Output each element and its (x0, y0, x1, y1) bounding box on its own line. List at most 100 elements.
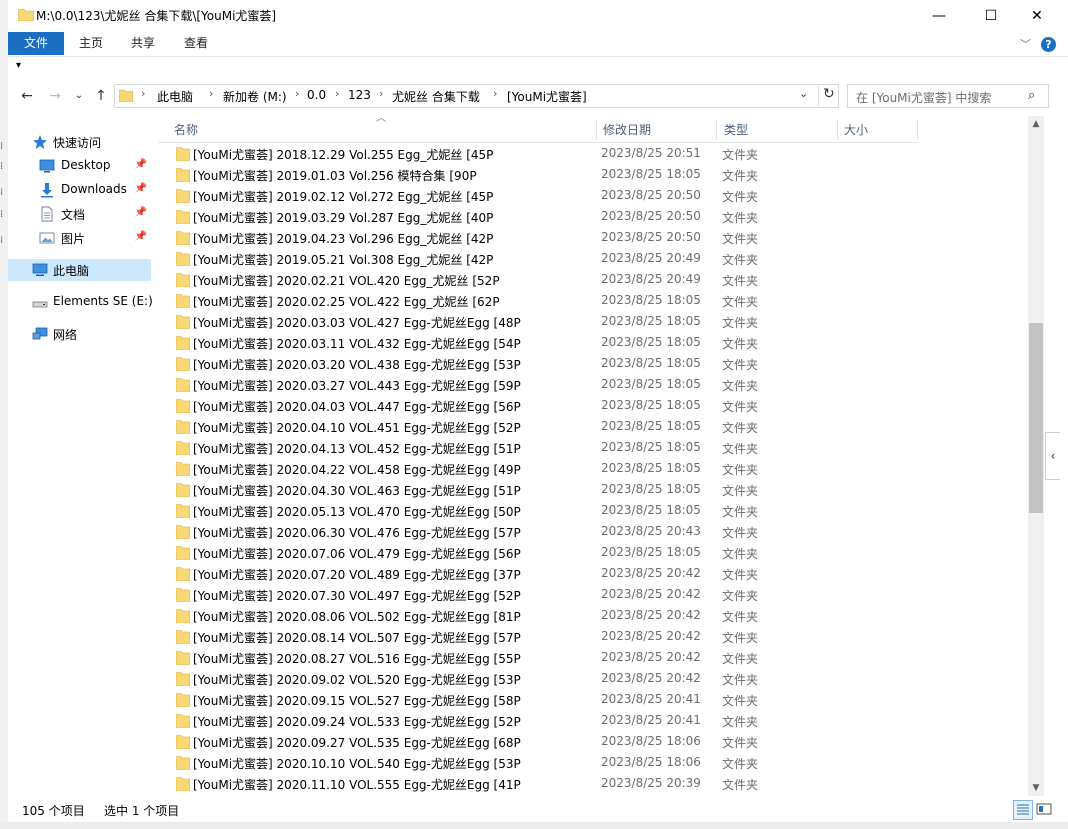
table-row[interactable]: [YouMi尤蜜荟] 2020.04.30 VOL.463 Egg-尤妮丝Egg… (168, 479, 918, 500)
breadcrumb-current-folder[interactable]: [YouMi尤蜜荟] (507, 88, 587, 105)
nav-item-desktop[interactable]: Desktop 📌 (8, 155, 151, 177)
details-view-icon[interactable] (1013, 800, 1033, 820)
column-header-name[interactable]: 名称 (168, 120, 597, 140)
table-row[interactable]: [YouMi尤蜜荟] 2019.04.23 Vol.296 Egg_尤妮丝 [4… (168, 227, 918, 248)
large-icons-view-icon[interactable] (1035, 800, 1053, 818)
nav-item-pictures[interactable]: 图片 📌 (8, 227, 151, 249)
background-glyph: ⁞ (0, 209, 4, 220)
tab-share[interactable]: 共享 (123, 32, 163, 55)
folder-icon (176, 525, 190, 539)
customize-toolbar-dropdown-icon[interactable]: ▾ (16, 60, 21, 71)
nav-item-network[interactable]: 网络 (8, 323, 151, 345)
table-row[interactable]: [YouMi尤蜜荟] 2020.03.11 VOL.432 Egg-尤妮丝Egg… (168, 332, 918, 353)
file-type: 文件夹 (722, 379, 759, 393)
nav-item-elements-se[interactable]: Elements SE (E:) (8, 291, 153, 313)
table-row[interactable]: [YouMi尤蜜荟] 2020.08.06 VOL.502 Egg-尤妮丝Egg… (168, 605, 918, 626)
column-header-size[interactable]: 大小 (838, 120, 918, 140)
pin-icon[interactable]: 📌 (135, 207, 147, 218)
pin-icon[interactable]: 📌 (135, 159, 147, 170)
breadcrumb-collection[interactable]: 尤妮丝 合集下载 (392, 88, 480, 105)
pin-icon[interactable]: 📌 (135, 183, 147, 194)
file-name: [YouMi尤蜜荟] 2020.03.27 VOL.443 Egg-尤妮丝Egg… (193, 379, 521, 393)
breadcrumb-chevron-icon[interactable]: › (295, 87, 299, 100)
table-row[interactable]: [YouMi尤蜜荟] 2020.05.13 VOL.470 Egg-尤妮丝Egg… (168, 500, 918, 521)
table-row[interactable]: [YouMi尤蜜荟] 2019.05.21 Vol.308 Egg_尤妮丝 [4… (168, 248, 918, 269)
table-row[interactable]: [YouMi尤蜜荟] 2020.10.10 VOL.540 Egg-尤妮丝Egg… (168, 752, 918, 773)
nav-item-this-pc[interactable]: 此电脑 (8, 259, 151, 281)
address-history-chevron-icon[interactable]: ⌄ (799, 87, 808, 100)
close-button[interactable]: ✕ (1014, 0, 1060, 32)
computer-icon (32, 263, 48, 276)
folder-icon (176, 672, 190, 686)
nav-item-documents[interactable]: 文档 📌 (8, 203, 151, 225)
refresh-icon[interactable]: ↻ (818, 86, 835, 106)
tab-view[interactable]: 查看 (176, 32, 216, 55)
breadcrumb-0-0[interactable]: 0.0 (307, 88, 326, 102)
minimize-button[interactable]: — (916, 0, 962, 32)
breadcrumb-123[interactable]: 123 (348, 88, 371, 102)
table-row[interactable]: [YouMi尤蜜荟] 2020.09.27 VOL.535 Egg-尤妮丝Egg… (168, 731, 918, 752)
breadcrumb-chevron-icon[interactable]: › (335, 87, 339, 100)
table-row[interactable]: [YouMi尤蜜荟] 2020.04.13 VOL.452 Egg-尤妮丝Egg… (168, 437, 918, 458)
table-row[interactable]: [YouMi尤蜜荟] 2019.02.12 Vol.272 Egg_尤妮丝 [4… (168, 185, 918, 206)
column-header-type[interactable]: 类型 (718, 120, 838, 140)
search-icon[interactable]: ⌕ (1028, 88, 1035, 103)
file-name: [YouMi尤蜜荟] 2020.06.30 VOL.476 Egg-尤妮丝Egg… (193, 526, 521, 540)
table-row[interactable]: [YouMi尤蜜荟] 2020.09.02 VOL.520 Egg-尤妮丝Egg… (168, 668, 918, 689)
breadcrumb-chevron-icon[interactable]: › (493, 87, 497, 100)
table-row[interactable]: [YouMi尤蜜荟] 2020.11.10 VOL.555 Egg-尤妮丝Egg… (168, 773, 918, 794)
maximize-button[interactable]: ☐ (968, 0, 1014, 32)
table-row[interactable]: [YouMi尤蜜荟] 2020.04.22 VOL.458 Egg-尤妮丝Egg… (168, 458, 918, 479)
scrollbar-thumb[interactable] (1029, 323, 1043, 513)
recent-locations-chevron-icon[interactable]: ⌄ (70, 87, 88, 105)
breadcrumb-chevron-icon[interactable]: › (379, 87, 383, 100)
table-row[interactable]: [YouMi尤蜜荟] 2020.08.27 VOL.516 Egg-尤妮丝Egg… (168, 647, 918, 668)
folder-icon (176, 210, 190, 224)
vertical-scrollbar[interactable]: ▲ ▼ (1028, 116, 1044, 796)
tab-home[interactable]: 主页 (71, 32, 111, 55)
table-row[interactable]: [YouMi尤蜜荟] 2020.09.15 VOL.527 Egg-尤妮丝Egg… (168, 689, 918, 710)
scroll-down-icon[interactable]: ▼ (1028, 780, 1044, 796)
table-row[interactable]: [YouMi尤蜜荟] 2020.07.06 VOL.479 Egg-尤妮丝Egg… (168, 542, 918, 563)
file-type: 文件夹 (722, 673, 759, 687)
breadcrumb-drive-m[interactable]: 新加卷 (M:) (223, 88, 287, 105)
nav-item-quick-access[interactable]: 快速访问 (8, 131, 151, 153)
preview-pane-toggle-chevron-icon[interactable]: ‹ (1045, 432, 1060, 480)
help-icon[interactable]: ? (1041, 37, 1056, 52)
breadcrumb-chevron-icon[interactable]: › (209, 87, 213, 100)
table-row[interactable]: [YouMi尤蜜荟] 2020.08.14 VOL.507 Egg-尤妮丝Egg… (168, 626, 918, 647)
table-row[interactable]: [YouMi尤蜜荟] 2020.06.30 VOL.476 Egg-尤妮丝Egg… (168, 521, 918, 542)
column-header-date[interactable]: 修改日期 (597, 120, 717, 140)
table-row[interactable]: [YouMi尤蜜荟] 2020.04.10 VOL.451 Egg-尤妮丝Egg… (168, 416, 918, 437)
table-row[interactable]: [YouMi尤蜜荟] 2020.09.24 VOL.533 Egg-尤妮丝Egg… (168, 710, 918, 731)
scroll-up-icon[interactable]: ▲ (1028, 116, 1044, 132)
table-row[interactable]: [YouMi尤蜜荟] 2020.02.25 VOL.422 Egg_尤妮丝 [6… (168, 290, 918, 311)
table-row[interactable]: [YouMi尤蜜荟] 2020.07.30 VOL.497 Egg-尤妮丝Egg… (168, 584, 918, 605)
breadcrumb-this-pc[interactable]: 此电脑 (157, 88, 193, 105)
table-row[interactable]: [YouMi尤蜜荟] 2018.12.29 Vol.255 Egg_尤妮丝 [4… (168, 143, 918, 164)
table-row[interactable]: [YouMi尤蜜荟] 2020.07.20 VOL.489 Egg-尤妮丝Egg… (168, 563, 918, 584)
table-row[interactable]: [YouMi尤蜜荟] 2019.01.03 Vol.256 模特合集 [90P 2… (168, 164, 918, 185)
table-row[interactable]: [YouMi尤蜜荟] 2020.03.27 VOL.443 Egg-尤妮丝Egg… (168, 374, 918, 395)
search-input[interactable]: 在 [YouMi尤蜜荟] 中搜索 ⌕ (847, 84, 1049, 108)
back-arrow-icon[interactable]: ← (18, 87, 36, 105)
file-list[interactable]: ︿ 名称 修改日期 类型 大小 [YouMi尤蜜荟] 2018.12.29 Vo… (158, 116, 1028, 796)
pin-icon[interactable]: 📌 (135, 231, 147, 242)
breadcrumb-chevron-icon[interactable]: › (141, 87, 145, 100)
table-row[interactable]: [YouMi尤蜜荟] 2020.02.21 VOL.420 Egg_尤妮丝 [5… (168, 269, 918, 290)
file-name: [YouMi尤蜜荟] 2020.08.06 VOL.502 Egg-尤妮丝Egg… (193, 610, 521, 624)
expand-ribbon-chevron-icon[interactable]: ﹀ (1020, 36, 1031, 52)
up-arrow-icon[interactable]: ↑ (92, 87, 110, 105)
table-row[interactable]: [YouMi尤蜜荟] 2019.03.29 Vol.287 Egg_尤妮丝 [4… (168, 206, 918, 227)
table-row[interactable]: [YouMi尤蜜荟] 2020.03.20 VOL.438 Egg-尤妮丝Egg… (168, 353, 918, 374)
tab-file[interactable]: 文件 (8, 32, 64, 55)
table-row[interactable]: [YouMi尤蜜荟] 2020.03.03 VOL.427 Egg-尤妮丝Egg… (168, 311, 918, 332)
nav-item-downloads[interactable]: Downloads 📌 (8, 179, 151, 201)
forward-arrow-icon[interactable]: → (46, 87, 64, 105)
folder-icon (176, 189, 190, 203)
table-row[interactable]: [YouMi尤蜜荟] 2020.04.03 VOL.447 Egg-尤妮丝Egg… (168, 395, 918, 416)
title-bar[interactable]: M:\0.0\123\尤妮丝 合集下载\[YouMi尤蜜荟] — ☐ ✕ (8, 0, 1068, 32)
address-bar[interactable]: › 此电脑 › 新加卷 (M:) › 0.0 › 123 › 尤妮丝 合集下载 … (114, 84, 839, 108)
file-name: [YouMi尤蜜荟] 2018.12.29 Vol.255 Egg_尤妮丝 [4… (193, 148, 494, 162)
selected-count: 选中 1 个项目 (104, 804, 180, 818)
